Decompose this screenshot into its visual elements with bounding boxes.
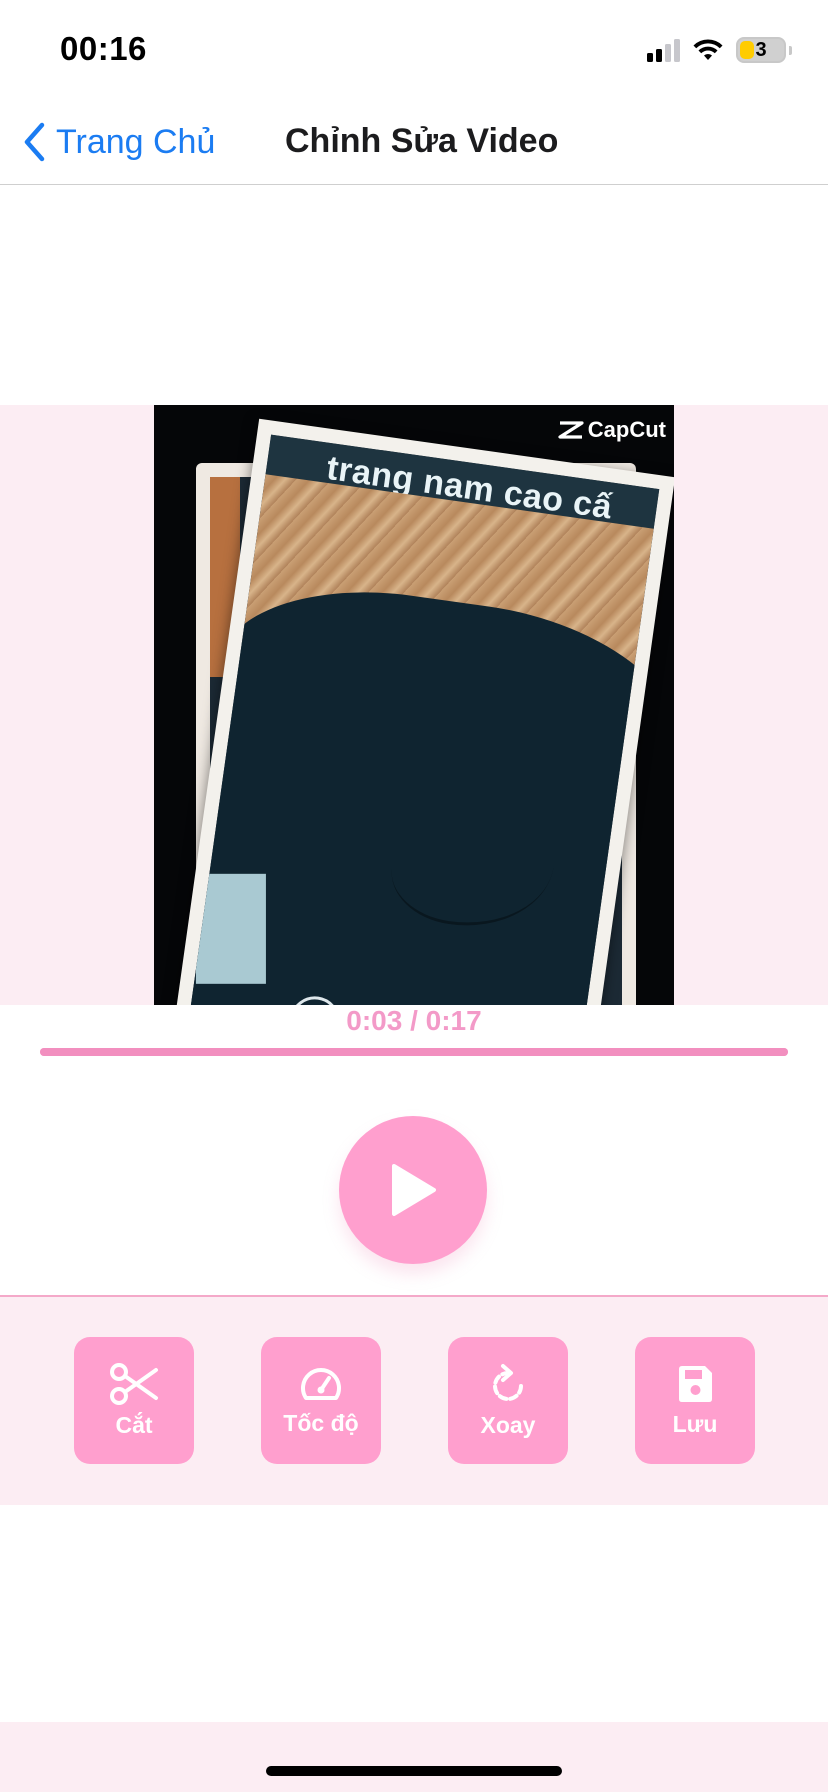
capcut-watermark: CapCut [558, 417, 666, 443]
playback-progress-bar[interactable] [40, 1048, 788, 1056]
speed-button[interactable]: Tốc độ [261, 1337, 381, 1464]
home-indicator[interactable] [266, 1766, 562, 1776]
chevron-left-icon [24, 122, 45, 162]
status-icons: 3 [647, 32, 792, 68]
back-button[interactable]: Trang Chủ [22, 118, 215, 166]
battery-icon: 3 [736, 37, 786, 63]
home-indicator-area [0, 1722, 828, 1792]
wifi-icon [693, 39, 723, 60]
video-player[interactable]: trang nam cao cấ db CapCut [154, 405, 674, 1005]
play-icon [392, 1164, 436, 1216]
shirt-tag [195, 873, 266, 984]
status-bar: 00:16 3 [0, 0, 828, 100]
video-content-photo: trang nam cao cấ db [172, 418, 674, 1005]
edit-toolbar: Cắt Tốc độ Xoay Lưu [0, 1295, 828, 1505]
video-preview-area: trang nam cao cấ db CapCut [0, 405, 828, 1005]
back-button-label: Trang Chủ [56, 122, 216, 161]
navigation-bar: Trang Chủ Chỉnh Sửa Video [0, 100, 828, 185]
playback-progress-fill [40, 1048, 788, 1056]
save-button[interactable]: Lưu [635, 1337, 755, 1464]
save-icon [679, 1366, 712, 1402]
status-time: 00:16 [60, 30, 147, 67]
cut-button[interactable]: Cắt [74, 1337, 194, 1464]
time-readout: 0:03 / 0:17 [346, 1005, 482, 1036]
speedometer-icon [301, 1368, 341, 1400]
save-label: Lưu [672, 1411, 718, 1437]
rotate-label: Xoay [480, 1412, 536, 1438]
speed-label: Tốc độ [283, 1410, 359, 1436]
rotate-icon [493, 1364, 523, 1401]
watermark-label: CapCut [587, 417, 666, 442]
rotate-button[interactable]: Xoay [448, 1337, 568, 1464]
cut-label: Cắt [115, 1412, 153, 1438]
scissors-icon [110, 1363, 158, 1405]
play-button[interactable] [339, 1116, 487, 1264]
capcut-logo-icon [558, 421, 584, 439]
battery-level: 3 [755, 38, 767, 61]
cellular-signal-icon [647, 38, 680, 62]
page-title: Chỉnh Sửa Video [285, 122, 559, 160]
battery-cap [789, 45, 792, 55]
shirt-logo-icon: db [286, 993, 344, 1005]
